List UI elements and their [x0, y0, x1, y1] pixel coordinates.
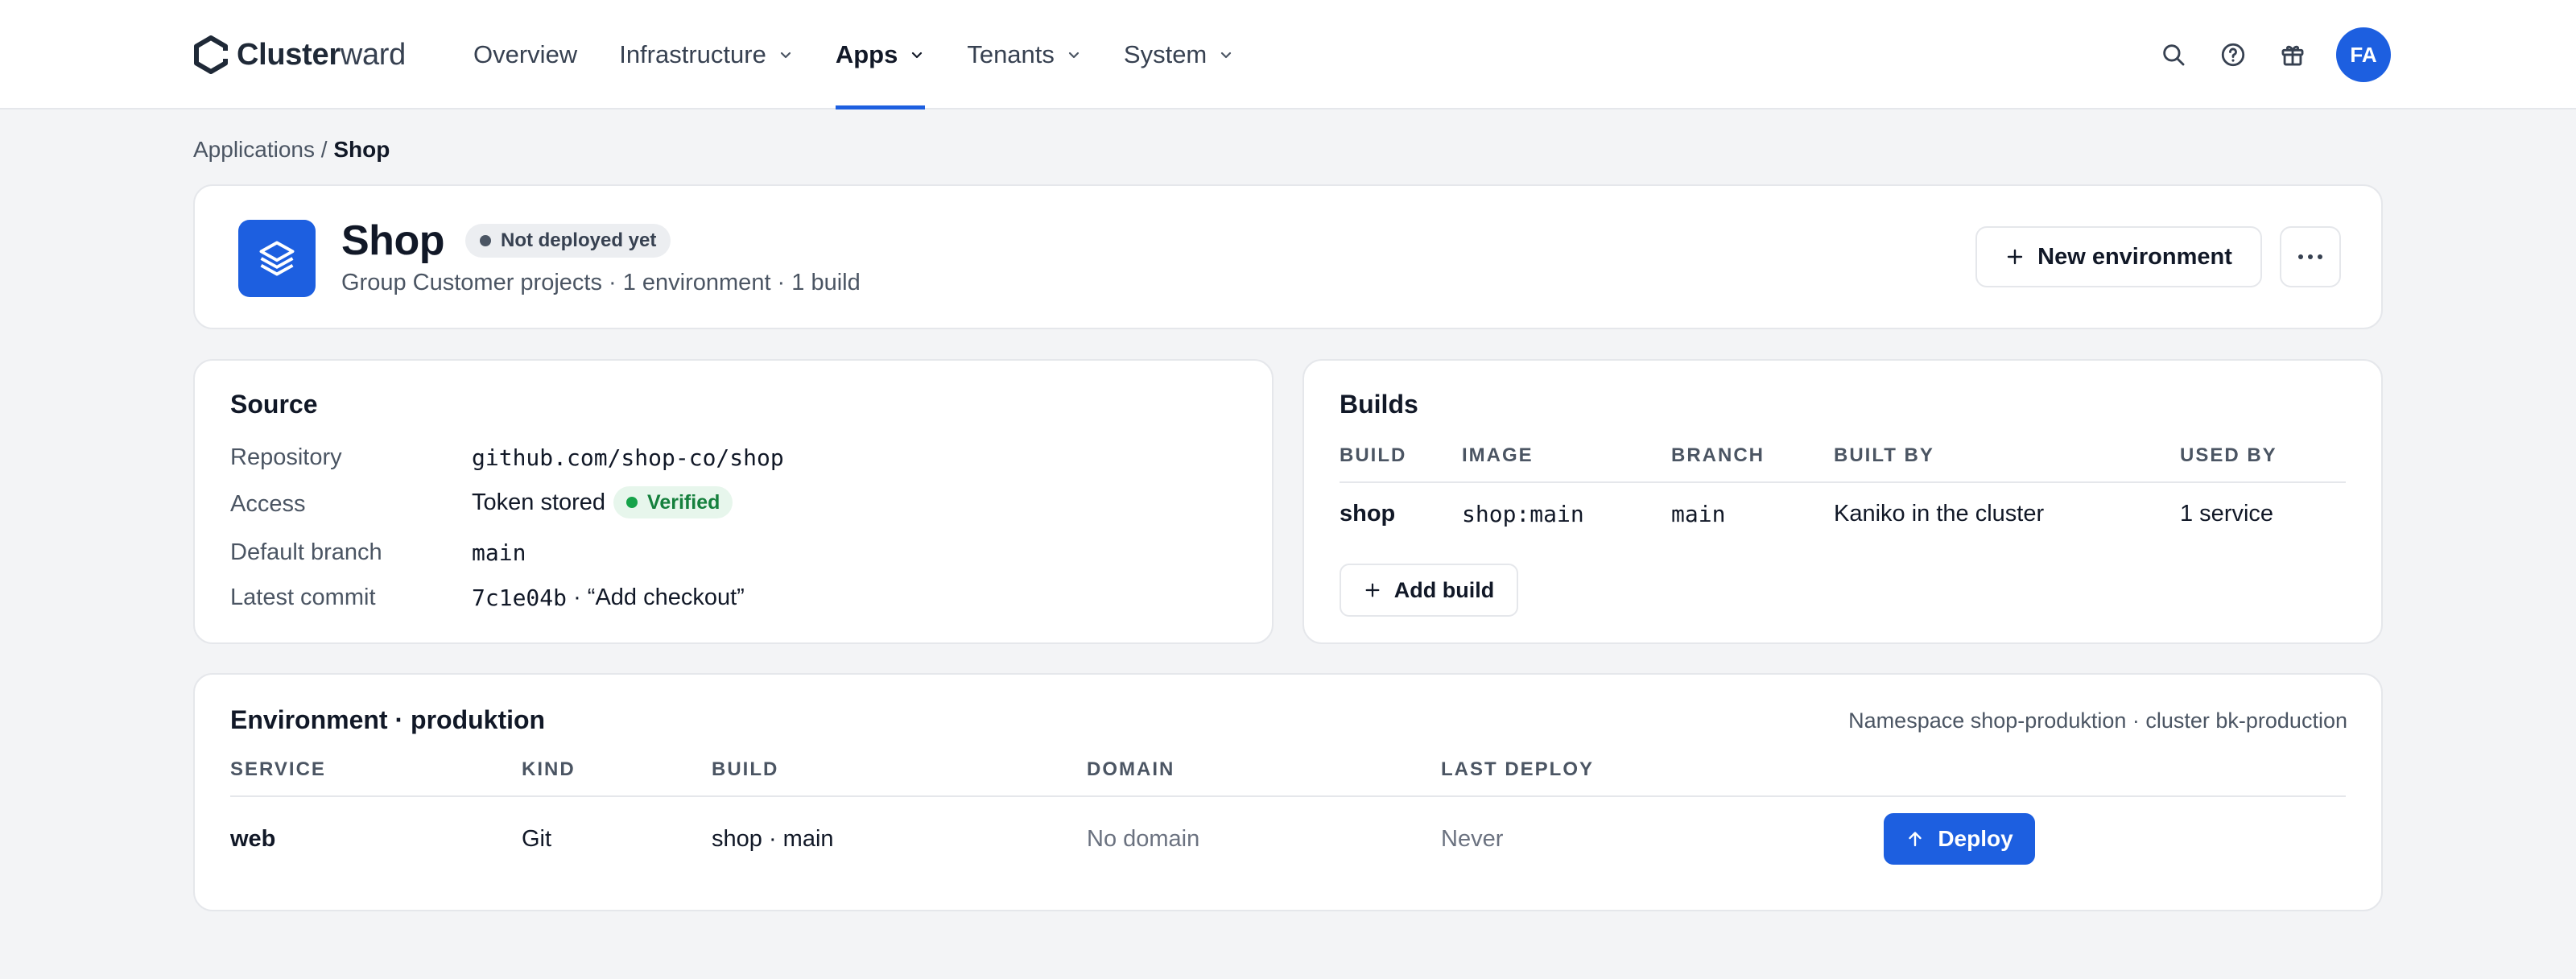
plus-icon	[2007, 249, 2023, 265]
builds-title: Builds	[1340, 390, 1418, 419]
nav-tenants[interactable]: Tenants	[967, 0, 1082, 109]
access-value: Token stored Verified	[472, 486, 733, 518]
commit-message: · “Add checkout”	[567, 585, 745, 610]
add-build-label: Add build	[1393, 577, 1495, 602]
nav-infrastructure[interactable]: Infrastructure	[619, 0, 794, 109]
column-header-build: BUILD	[712, 758, 779, 780]
service-domain: No domain	[1087, 826, 1200, 852]
search-icon[interactable]	[2157, 39, 2190, 71]
user-avatar[interactable]: FA	[2336, 27, 2391, 82]
latest-commit-label: Latest commit	[230, 585, 376, 610]
commit-hash[interactable]: 7c1e04b	[472, 585, 567, 611]
nav-label: System	[1123, 40, 1208, 68]
nav-apps[interactable]: Apps	[835, 0, 926, 109]
verified-text: Verified	[647, 490, 720, 514]
brand-logo[interactable]: Clusterward	[193, 34, 406, 76]
app-subtitle: Group Customer projects · 1 environment …	[341, 270, 861, 295]
plus-icon	[1365, 583, 1380, 597]
top-actions: FA	[2130, 27, 2391, 82]
main-nav: Overview Infrastructure Apps Tenants Sys…	[473, 0, 1276, 109]
repository-label: Repository	[230, 444, 342, 470]
deploy-label: Deploy	[1938, 826, 2013, 851]
column-header-image: IMAGE	[1462, 444, 1534, 466]
builds-card: Builds BUILD IMAGE BRANCH BUILT BY USED …	[1302, 359, 2383, 644]
column-header-branch: BRANCH	[1671, 444, 1765, 466]
access-text: Token stored	[472, 489, 606, 515]
build-name: shop	[1340, 501, 1396, 527]
build-image: shop:main	[1462, 501, 1584, 527]
source-title: Source	[230, 390, 318, 419]
column-header-used-by: USED BY	[2180, 444, 2277, 466]
breadcrumb-current: Shop	[333, 137, 390, 162]
source-card: Source Repository github.com/shop-co/sho…	[193, 359, 1274, 644]
cluster-logo-icon	[194, 35, 229, 74]
nav-label: Infrastructure	[619, 40, 766, 68]
new-environment-button[interactable]: New environment	[1975, 226, 2262, 287]
chevron-down-icon	[1221, 52, 1232, 59]
add-build-button[interactable]: Add build	[1340, 564, 1518, 617]
nav-label: Overview	[473, 40, 578, 68]
environment-title: Environment · produktion	[230, 705, 546, 734]
success-dot-icon	[626, 497, 638, 508]
breadcrumb-separator: /	[314, 137, 334, 162]
build-built-by: Kaniko in the cluster	[1834, 501, 2045, 527]
column-header-domain: DOMAIN	[1087, 758, 1175, 780]
service-build: shop · main	[712, 826, 834, 852]
app-title: Shop	[341, 217, 444, 264]
service-last-deploy: Never	[1441, 826, 1504, 852]
environment-meta: Namespace shop-produktion · cluster bk-p…	[1848, 708, 2347, 733]
table-divider	[1340, 481, 2346, 483]
service-name: web	[230, 826, 276, 852]
column-header-build: BUILD	[1340, 444, 1407, 466]
nav-label: Tenants	[967, 40, 1055, 68]
column-header-last-deploy: LAST DEPLOY	[1441, 758, 1595, 780]
app-title-row: Shop Not deployed yet	[341, 217, 671, 265]
brand-name: Clusterward	[237, 37, 406, 72]
layers-icon	[238, 220, 316, 297]
status-text: Not deployed yet	[500, 229, 657, 251]
build-branch: main	[1671, 501, 1726, 527]
more-horizontal-icon	[2298, 254, 2322, 259]
table-divider	[230, 795, 2346, 797]
status-badge: Not deployed yet	[464, 224, 671, 258]
column-header-service: SERVICE	[230, 758, 326, 780]
arrow-up-icon	[1909, 832, 1922, 847]
nav-label: Apps	[835, 40, 898, 68]
access-label: Access	[230, 491, 306, 517]
chevron-down-icon	[912, 52, 923, 59]
chevron-down-icon	[780, 52, 791, 59]
new-environment-label: New environment	[2037, 243, 2232, 270]
column-header-built-by: BUILT BY	[1834, 444, 1934, 466]
deploy-button[interactable]: Deploy	[1884, 813, 2035, 865]
latest-commit-value: 7c1e04b · “Add checkout”	[472, 585, 745, 611]
help-icon[interactable]	[2217, 39, 2249, 71]
breadcrumb: Applications / Shop	[193, 137, 390, 163]
breadcrumb-parent-link[interactable]: Applications	[193, 137, 315, 162]
column-header-kind: KIND	[522, 758, 576, 780]
status-dot-icon	[479, 235, 491, 246]
app-header-card: Shop Not deployed yet Group Customer pro…	[193, 184, 2383, 329]
repository-value[interactable]: github.com/shop-co/shop	[472, 444, 784, 471]
build-used-by: 1 service	[2180, 501, 2274, 527]
service-kind: Git	[522, 826, 552, 852]
nav-system[interactable]: System	[1124, 0, 1234, 109]
chevron-down-icon	[1068, 52, 1080, 59]
environment-card: Environment · produktion Namespace shop-…	[193, 673, 2383, 911]
default-branch-value: main	[472, 539, 526, 566]
gift-icon[interactable]	[2277, 39, 2309, 71]
verified-badge: Verified	[613, 486, 733, 518]
nav-overview[interactable]: Overview	[473, 0, 577, 109]
default-branch-label: Default branch	[230, 539, 382, 565]
more-options-button[interactable]	[2280, 226, 2341, 287]
top-navigation-bar: Clusterward Overview Infrastructure Apps…	[0, 0, 2576, 109]
